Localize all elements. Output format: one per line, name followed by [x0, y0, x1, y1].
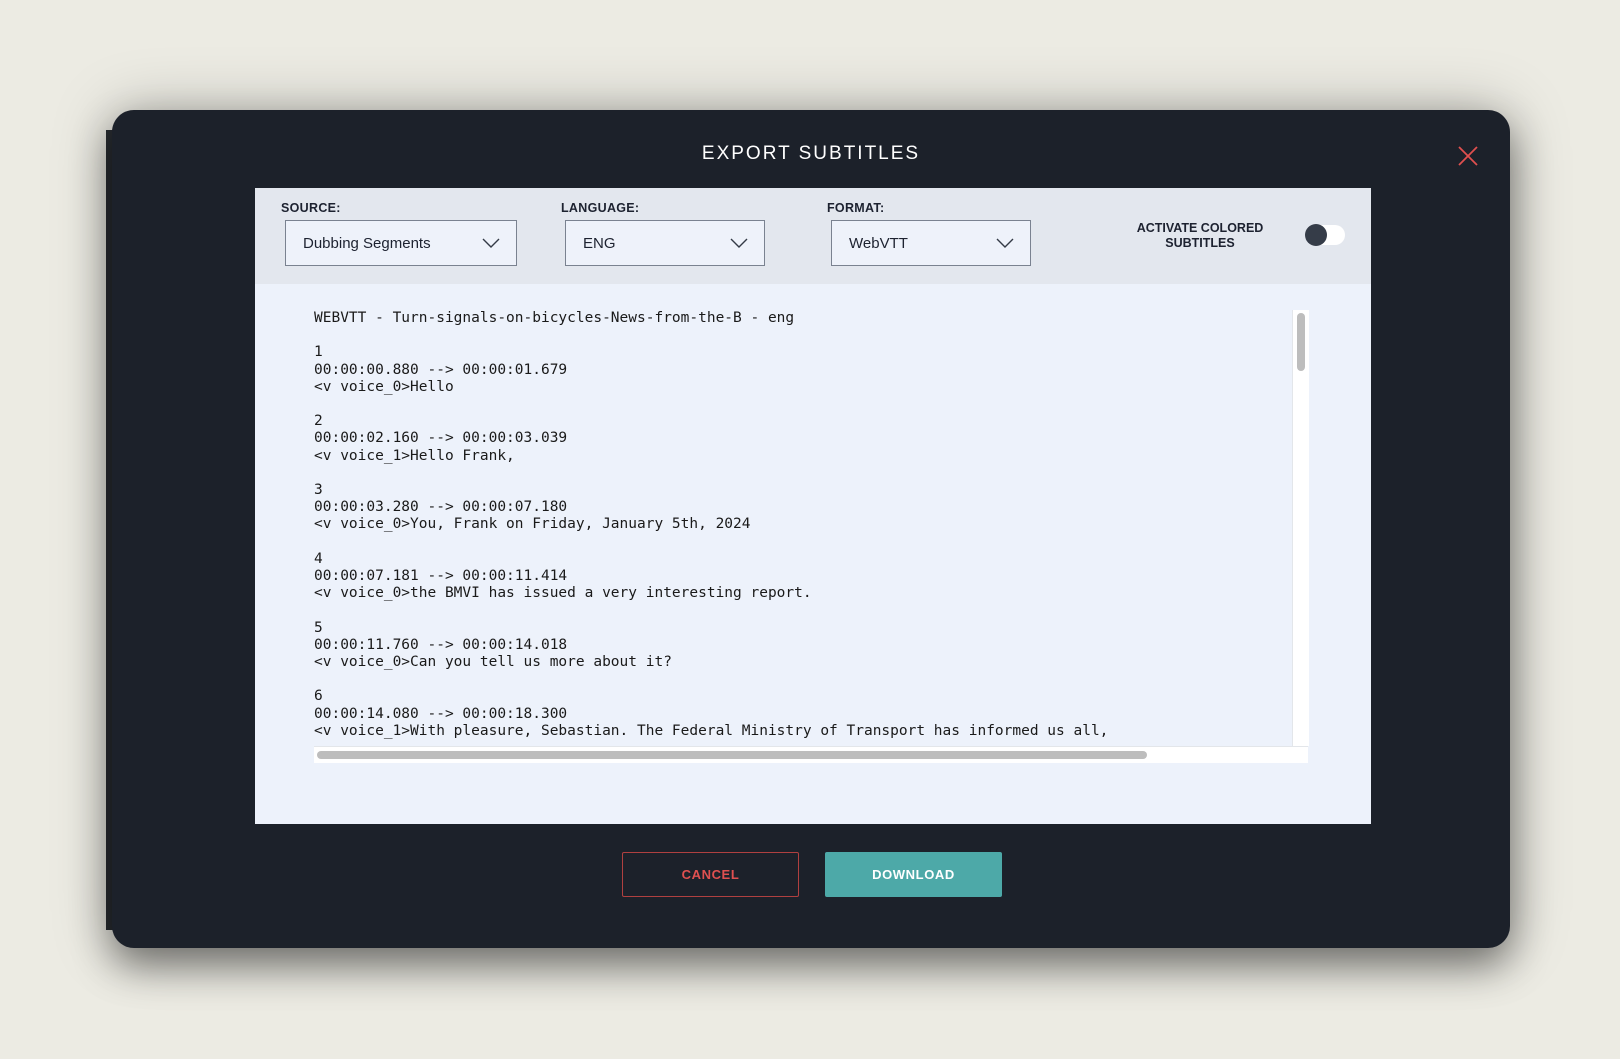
language-select-value: ENG — [583, 235, 616, 252]
toggle-knob — [1305, 224, 1327, 246]
export-panel: SOURCE: Dubbing Segments LANGUAGE: ENG F… — [255, 188, 1371, 824]
export-subtitles-dialog: EXPORT SUBTITLES SOURCE: Dubbing Segment… — [112, 110, 1510, 948]
language-select[interactable]: ENG — [565, 220, 765, 266]
format-label: FORMAT: — [827, 201, 885, 215]
format-select-value: WebVTT — [849, 235, 908, 252]
colored-subtitles-label: ACTIVATE COLORED SUBTITLES — [1136, 221, 1264, 250]
colored-subtitles-toggle[interactable] — [1305, 224, 1345, 246]
chevron-down-icon — [482, 238, 500, 248]
download-button[interactable]: DOWNLOAD — [825, 852, 1002, 897]
language-label: LANGUAGE: — [561, 201, 640, 215]
dialog-title: EXPORT SUBTITLES — [701, 143, 921, 164]
chevron-down-icon — [996, 238, 1014, 248]
horizontal-scrollbar-thumb[interactable] — [317, 751, 1147, 759]
vertical-scrollbar-thumb[interactable] — [1297, 313, 1305, 371]
close-icon — [1458, 146, 1478, 166]
subtitle-preview[interactable]: WEBVTT - Turn-signals-on-bicycles-News-f… — [314, 310, 1310, 758]
source-label: SOURCE: — [281, 201, 341, 215]
subtitle-preview-text: WEBVTT - Turn-signals-on-bicycles-News-f… — [314, 310, 1109, 739]
chevron-down-icon — [730, 238, 748, 248]
vertical-scrollbar[interactable] — [1292, 310, 1309, 746]
export-options-toolbar: SOURCE: Dubbing Segments LANGUAGE: ENG F… — [255, 188, 1371, 284]
close-button[interactable] — [1456, 144, 1480, 168]
cancel-button[interactable]: CANCEL — [622, 852, 799, 897]
source-select[interactable]: Dubbing Segments — [285, 220, 517, 266]
horizontal-scrollbar[interactable] — [314, 746, 1308, 763]
source-select-value: Dubbing Segments — [303, 235, 431, 252]
format-select[interactable]: WebVTT — [831, 220, 1031, 266]
